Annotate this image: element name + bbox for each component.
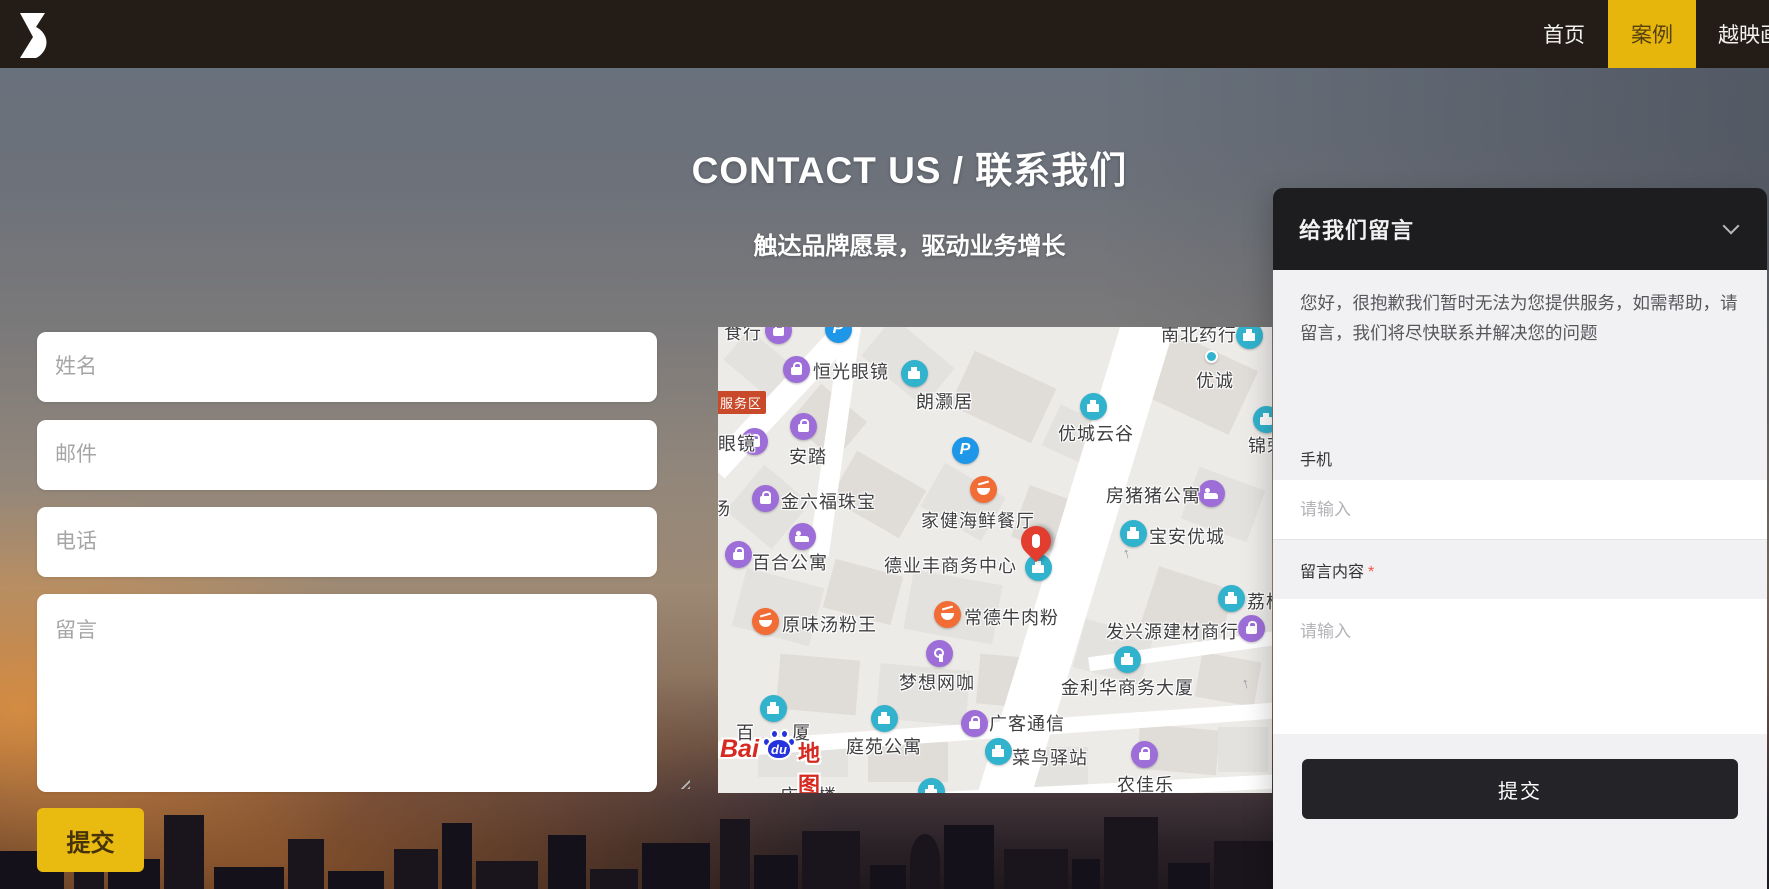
email-input[interactable] xyxy=(37,420,657,490)
widget-title: 给我们留言 xyxy=(1299,218,1415,243)
baidu-paw-icon: du xyxy=(762,729,796,761)
map-poi-label: 锦荣 xyxy=(1248,436,1272,456)
map-poi-dot-icon xyxy=(1204,349,1218,363)
map-poi-building-icon xyxy=(1252,405,1272,433)
map-poi-building-icon xyxy=(1235,327,1263,349)
map-poi-label: 梦想网咖 xyxy=(899,673,975,693)
baidu-map[interactable]: 食行恒光眼镜朗灏居眼镜安踏 南北药行优诚优城云谷锦荣金六福珠宝 场百合公寓 家健海鲜餐… xyxy=(718,327,1272,793)
map-poi-label: 发兴源建材商行 xyxy=(1106,622,1239,642)
map-service-area-tag: 服务区 xyxy=(718,391,767,414)
map-poi-net-icon xyxy=(925,639,953,667)
map-poi-label: 恒光眼镜 xyxy=(813,362,889,382)
widget-message-textarea[interactable] xyxy=(1273,599,1767,734)
map-poi-label: 南北药行 xyxy=(1161,327,1237,345)
map-poi-building-icon xyxy=(1113,645,1141,673)
map-poi-food-icon xyxy=(751,607,779,635)
chevron-down-icon[interactable] xyxy=(1722,217,1740,235)
map-poi-label: 金利华商务大厦 xyxy=(1061,678,1194,698)
widget-phone-input[interactable] xyxy=(1273,480,1767,540)
map-poi-building-icon xyxy=(984,737,1012,765)
baidu-logo-bai: Bai xyxy=(720,735,759,763)
map-poi-bag-icon xyxy=(1237,614,1265,642)
map-poi-bag-icon xyxy=(751,484,779,512)
map-poi-building-icon xyxy=(1079,392,1107,420)
required-asterisk: * xyxy=(1368,564,1375,581)
nav-item-brand[interactable]: 越映画 xyxy=(1718,0,1769,68)
map-poi-label: 荔枝 xyxy=(1247,592,1272,612)
widget-phone-label: 手机 xyxy=(1300,452,1333,469)
nav-item-cases[interactable]: 案例 xyxy=(1608,0,1696,68)
nav-item-home[interactable]: 首页 xyxy=(1540,0,1588,68)
map-poi-building-icon xyxy=(870,704,898,732)
map-poi-building-icon xyxy=(900,359,928,387)
message-widget: 给我们留言 您好，很抱歉我们暂时无法为您提供服务，如需帮助，请留言，我们将尽快联… xyxy=(1273,188,1767,889)
baidu-logo-du: du xyxy=(771,741,787,757)
map-poi-label: 安踏 xyxy=(789,447,827,467)
map-poi-label: 朗灏居 xyxy=(916,392,973,412)
name-input[interactable] xyxy=(37,332,657,402)
map-poi-bag-icon xyxy=(960,709,988,737)
map-poi-bag-icon xyxy=(782,355,810,383)
map-poi-building-icon xyxy=(759,694,787,722)
map-poi-bed-icon xyxy=(1197,479,1225,507)
top-navbar: 首页 案例 越映画 xyxy=(0,0,1769,68)
map-poi-bed-icon xyxy=(788,522,816,550)
map-poi-label: 农佳乐 xyxy=(1117,775,1174,793)
widget-message-label: 留言内容 * xyxy=(1300,564,1375,581)
map-poi-bag-icon xyxy=(724,540,752,568)
map-poi-food-icon xyxy=(969,475,997,503)
map-poi-label: 金六福珠宝 xyxy=(781,492,876,512)
map-poi-label: 原味汤粉王 xyxy=(782,615,877,635)
map-poi-label: 房猪猪公寓 xyxy=(1106,486,1201,506)
map-poi-building-icon xyxy=(1119,519,1147,547)
widget-intro-text: 您好，很抱歉我们暂时无法为您提供服务，如需帮助，请留言，我们将尽快联系并解决您的… xyxy=(1300,293,1738,343)
baidu-maps-logo: Bai du 地图 xyxy=(720,723,840,793)
map-poi-label: 庭苑公寓 xyxy=(846,737,922,757)
baidu-logo-ditu: 地图 xyxy=(798,741,821,793)
widget-header[interactable]: 给我们留言 xyxy=(1273,188,1767,270)
phone-input[interactable] xyxy=(37,507,657,577)
map-poi-p-icon xyxy=(951,436,979,464)
map-poi-building-icon xyxy=(1217,584,1245,612)
widget-submit-button[interactable]: 提交 xyxy=(1302,759,1738,819)
submit-button[interactable]: 提交 xyxy=(37,808,144,872)
page: CONTACT US / 联系我们 触达品牌愿景，驱动业务增长 提交 食行恒光眼… xyxy=(0,0,1769,889)
map-poi-label: 食行 xyxy=(724,327,762,343)
map-poi-label: 优城云谷 xyxy=(1058,424,1134,444)
map-poi-label: 场 xyxy=(718,499,731,519)
map-poi-label: 优诚 xyxy=(1196,371,1234,391)
map-poi-label: 菜鸟驿站 xyxy=(1012,748,1088,768)
message-textarea[interactable] xyxy=(37,594,657,792)
site-logo-icon[interactable] xyxy=(8,6,62,62)
road-direction-arrow-icon: ↑ xyxy=(1120,544,1133,563)
map-poi-label: 眼镜 xyxy=(718,434,756,454)
page-title: CONTACT US / 联系我们 xyxy=(691,150,1128,191)
map-poi-label: 宝安优城 xyxy=(1149,527,1225,547)
nav-menu: 首页 案例 越映画 xyxy=(1540,0,1769,68)
map-poi-label: 家健海鲜餐厅 xyxy=(921,511,1035,531)
map-poi-label: 德业丰商务中心 xyxy=(884,556,1017,576)
map-poi-food-icon xyxy=(933,600,961,628)
map-poi-label: 广客通信 xyxy=(989,714,1065,734)
map-poi-bag-icon xyxy=(1130,740,1158,768)
map-poi-label: 常德牛肉粉 xyxy=(964,608,1059,628)
widget-body: 您好，很抱歉我们暂时无法为您提供服务，如需帮助，请留言，我们将尽快联系并解决您的… xyxy=(1273,270,1767,889)
map-poi-bag-icon xyxy=(789,412,817,440)
map-poi-bag-icon xyxy=(764,327,792,344)
map-poi-label: 百合公寓 xyxy=(752,553,828,573)
